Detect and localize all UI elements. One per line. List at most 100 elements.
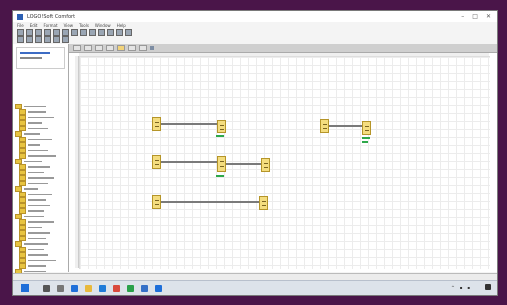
circuit-canvas[interactable] [79, 56, 490, 269]
notification-icon[interactable] [485, 284, 491, 290]
connection-wire[interactable] [226, 163, 261, 165]
menu-window[interactable]: Window [95, 23, 111, 28]
tree-item[interactable] [15, 120, 65, 126]
output-block[interactable] [259, 196, 268, 210]
menu-tools[interactable]: Tools [79, 23, 89, 28]
output-block[interactable] [261, 158, 270, 172]
connection-wire[interactable] [329, 125, 362, 127]
cut-icon[interactable] [53, 29, 60, 36]
text-icon[interactable] [62, 36, 69, 43]
start-icon[interactable] [21, 284, 29, 292]
input-block[interactable] [152, 195, 161, 209]
tab-scroll-icon[interactable] [150, 46, 154, 50]
basic-functions-icon[interactable] [44, 36, 51, 43]
tree-item[interactable] [15, 147, 65, 154]
tree-item[interactable] [15, 180, 65, 187]
tree-item[interactable] [15, 202, 65, 209]
tree-item[interactable] [15, 219, 65, 225]
tree-item[interactable] [15, 136, 65, 143]
app-icon-red[interactable] [113, 284, 120, 292]
minimize-icon[interactable]: – [461, 13, 464, 20]
tree-item[interactable] [15, 186, 65, 192]
special-functions-icon[interactable] [53, 36, 60, 43]
tab-5[interactable] [117, 45, 125, 51]
redo-icon[interactable] [89, 29, 96, 36]
app-icon-blue[interactable] [141, 284, 148, 292]
select-icon[interactable] [17, 36, 24, 43]
tray-chevron-icon[interactable]: ^ [451, 285, 454, 290]
function-block[interactable] [362, 121, 371, 135]
menu-file[interactable]: File [17, 23, 24, 28]
menu-edit[interactable]: Edit [30, 23, 38, 28]
tree-item[interactable] [15, 175, 65, 181]
connection-wire[interactable] [161, 201, 259, 203]
menu-help[interactable]: Help [117, 23, 126, 28]
connection-wire[interactable] [161, 123, 217, 125]
tree-item[interactable] [15, 131, 65, 137]
store-icon[interactable] [99, 284, 106, 292]
tree-item[interactable] [15, 191, 65, 198]
tree-item[interactable] [15, 241, 65, 247]
simulate-icon[interactable] [98, 29, 105, 36]
project-explorer[interactable] [16, 47, 65, 69]
save-icon[interactable] [35, 29, 42, 36]
new-icon[interactable] [17, 29, 24, 36]
online-test-icon[interactable] [116, 29, 123, 36]
transfer-icon[interactable] [107, 29, 114, 36]
function-block[interactable] [217, 156, 226, 172]
task-view-icon[interactable] [57, 284, 64, 292]
copy-icon[interactable] [62, 29, 69, 36]
tab-2[interactable] [84, 45, 92, 51]
tree-item[interactable] [15, 263, 65, 269]
project-entry[interactable] [20, 52, 50, 54]
paste-icon[interactable] [71, 29, 78, 36]
tab-6[interactable] [128, 45, 136, 51]
tree-item[interactable] [15, 252, 65, 258]
tree-item[interactable] [15, 153, 65, 159]
tree-item[interactable] [15, 109, 65, 115]
search-icon[interactable] [43, 284, 50, 292]
tree-item[interactable] [15, 246, 65, 253]
print-icon[interactable] [44, 29, 51, 36]
tree-item[interactable] [15, 114, 65, 121]
tree-item[interactable] [15, 158, 65, 165]
network-icon[interactable]: ▪ [460, 285, 463, 290]
tab-7[interactable] [139, 45, 147, 51]
tree-item[interactable] [15, 197, 65, 203]
block-parameter-label [362, 141, 368, 143]
tree-item[interactable] [15, 164, 65, 170]
tree-item[interactable] [15, 257, 65, 264]
zoom-icon[interactable] [125, 29, 132, 36]
constants-icon[interactable] [35, 36, 42, 43]
menu-format[interactable]: Format [43, 23, 57, 28]
tab-3[interactable] [95, 45, 103, 51]
edge-icon[interactable] [71, 284, 78, 292]
volume-icon[interactable]: ▪ [467, 285, 470, 290]
tree-item[interactable] [15, 230, 65, 236]
tree-item[interactable] [15, 213, 65, 220]
tree-item[interactable] [15, 103, 65, 110]
connect-icon[interactable] [26, 36, 33, 43]
tree-item[interactable] [15, 125, 65, 132]
input-block[interactable] [320, 119, 329, 133]
app-icon-green[interactable] [127, 284, 134, 292]
menu-view[interactable]: View [64, 23, 74, 28]
file-explorer-icon[interactable] [85, 284, 92, 292]
tree-item[interactable] [15, 235, 65, 242]
tab-1[interactable] [73, 45, 81, 51]
close-icon[interactable]: ✕ [486, 13, 491, 20]
tree-item[interactable] [15, 142, 65, 148]
tree-item[interactable] [15, 224, 65, 231]
undo-icon[interactable] [80, 29, 87, 36]
project-entry[interactable] [20, 57, 42, 59]
maximize-icon[interactable]: □ [472, 13, 478, 20]
open-icon[interactable] [26, 29, 33, 36]
logo-soft-taskbar-icon[interactable] [155, 284, 162, 292]
input-block[interactable] [152, 117, 161, 131]
tree-item[interactable] [15, 208, 65, 214]
tab-4[interactable] [106, 45, 114, 51]
input-block[interactable] [152, 155, 161, 169]
tree-item[interactable] [15, 169, 65, 176]
connection-wire[interactable] [161, 161, 217, 163]
function-block[interactable] [217, 120, 226, 133]
